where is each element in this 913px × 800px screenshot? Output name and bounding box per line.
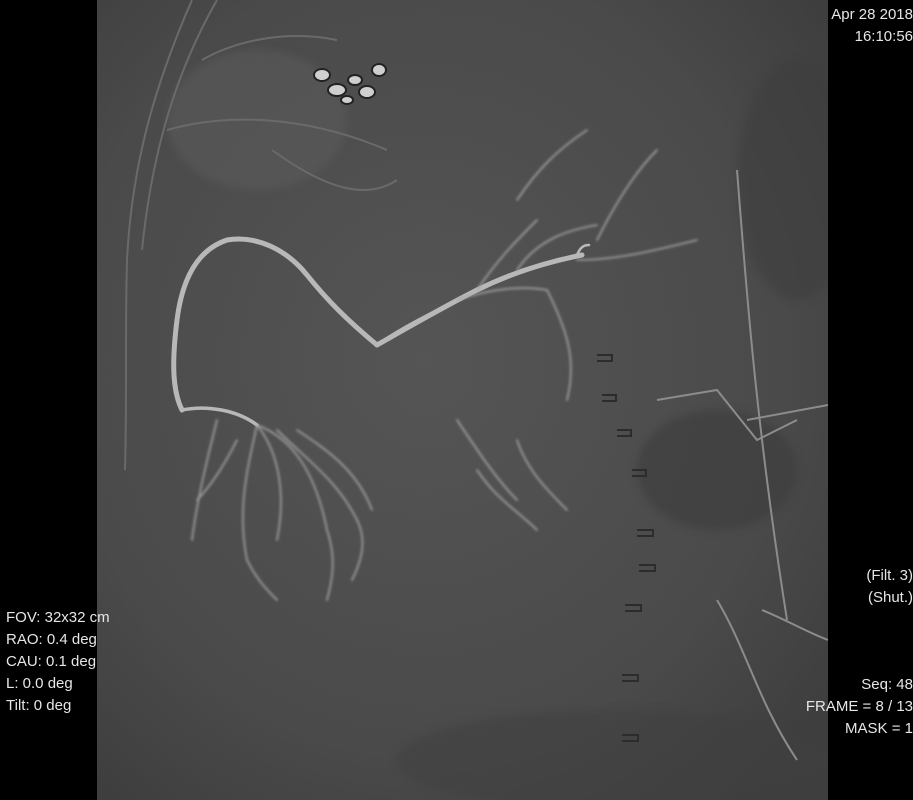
mask-label: MASK = 1: [845, 720, 913, 737]
acquisition-date: Apr 28 2018: [831, 6, 913, 23]
angiogram-image: [97, 0, 828, 800]
acquisition-time: 16:10:56: [854, 28, 913, 45]
fov-label: FOV: 32x32 cm: [6, 609, 110, 626]
sequence-info: Seq: 48 FRAME = 8 / 13 MASK = 1: [806, 674, 913, 740]
angiography-viewer: Apr 28 2018 16:10:56 (Filt. 3) (Shut.) S…: [0, 0, 913, 800]
angiogram-svg: [97, 0, 828, 800]
processing-info: (Filt. 3) (Shut.): [866, 565, 913, 609]
filter-label: (Filt. 3): [866, 567, 913, 584]
geometry-info: FOV: 32x32 cm RAO: 0.4 deg CAU: 0.1 deg …: [6, 607, 110, 717]
cau-label: CAU: 0.1 deg: [6, 653, 97, 670]
shutter-label: (Shut.): [867, 589, 913, 606]
tilt-label: Tilt: 0 deg: [6, 697, 72, 714]
l-angle-label: L: 0.0 deg: [6, 675, 73, 692]
rao-label: RAO: 0.4 deg: [6, 631, 97, 648]
frame-counter: FRAME = 8 / 13: [805, 698, 913, 715]
sequence-number: Seq: 48: [861, 676, 913, 693]
acquisition-info: Apr 28 2018 16:10:56: [831, 4, 913, 48]
